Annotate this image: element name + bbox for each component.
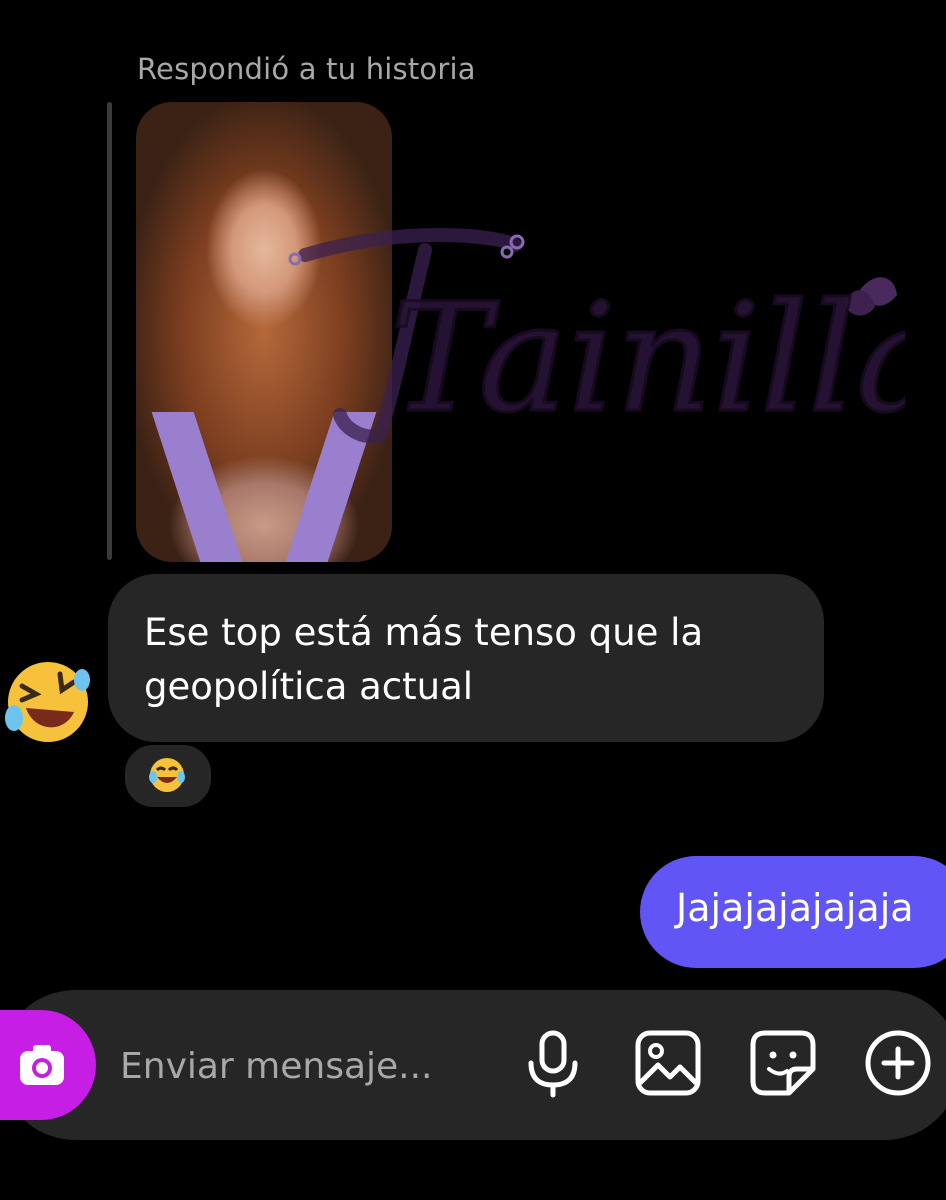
incoming-message-bubble[interactable]: Ese top está más tenso que la geopolític… — [108, 574, 824, 742]
story-photo-garment-left — [151, 412, 243, 562]
plus-icon[interactable] — [860, 1025, 936, 1101]
microphone-icon[interactable] — [515, 1025, 591, 1101]
reply-context-label: Respondió a tu historia — [137, 52, 476, 86]
gallery-icon[interactable] — [630, 1025, 706, 1101]
sticker-icon[interactable] — [745, 1025, 821, 1101]
outgoing-message-text: Jajajajajajaja — [676, 886, 914, 930]
face-with-tears-of-joy-icon — [149, 758, 185, 792]
message-reaction[interactable] — [122, 742, 214, 810]
incoming-message-text: Ese top está más tenso que la geopolític… — [144, 611, 704, 708]
camera-button[interactable] — [0, 1010, 96, 1120]
message-composer — [0, 990, 946, 1140]
rolling-on-floor-laughing-icon — [5, 662, 90, 742]
watermark-logo: Tainilla — [288, 228, 905, 448]
message-input[interactable] — [118, 1030, 502, 1102]
watermark-text: Tainilla — [390, 272, 905, 446]
reply-quote-bar — [107, 102, 112, 560]
outgoing-message-bubble[interactable]: Jajajajajajaja — [640, 856, 946, 968]
camera-icon — [20, 1045, 64, 1085]
